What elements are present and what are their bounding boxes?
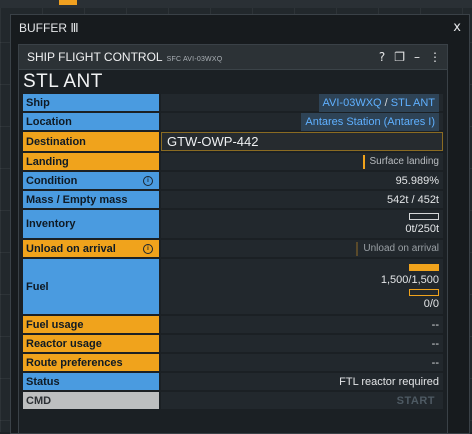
reactor-usage-value[interactable]: --	[161, 335, 443, 352]
ship-separator: /	[381, 96, 391, 109]
unload-toggle[interactable]: Unload on arrival	[161, 240, 443, 257]
row-ship: Ship AVI-03WXQ / STL ANT	[23, 93, 443, 112]
popout-icon[interactable]: ❐	[394, 45, 405, 69]
ship-chip: AVI-03WXQ / STL ANT	[318, 93, 439, 112]
row-landing: Landing Surface landing	[23, 153, 443, 170]
label-mass: Mass / Empty mass	[23, 191, 159, 208]
panel-header[interactable]: SHIP FLIGHT CONTROL SFC AVI-03WXQ ? ❐ – ⋮	[19, 45, 447, 70]
mass-value: 542t / 452t	[161, 191, 443, 208]
route-preferences-value[interactable]: --	[161, 354, 443, 371]
label-destination: Destination	[23, 132, 159, 151]
condition-value: 95.989%	[161, 172, 443, 189]
row-fuel: Fuel 1,500/1,500 0/0	[23, 259, 443, 314]
landing-toggle-label: Surface landing	[369, 156, 440, 167]
unload-info-icon[interactable]: i	[143, 243, 153, 254]
more-icon[interactable]: ⋮	[429, 45, 441, 69]
label-ship: Ship	[23, 94, 159, 111]
stl-fuel-text: 1,500/1,500	[380, 273, 439, 286]
landing-toggle-indicator	[362, 154, 365, 169]
panel-header-icons: ? ❐ – ⋮	[379, 45, 441, 69]
location-link-text[interactable]: Antares Station (Antares I)	[305, 116, 435, 128]
flight-control-form: Ship AVI-03WXQ / STL ANT Location Antare…	[23, 93, 443, 411]
row-status: Status FTL reactor required	[23, 373, 443, 390]
label-landing: Landing	[23, 153, 159, 170]
label-condition-text: Condition	[26, 174, 78, 187]
unload-toggle-indicator	[356, 241, 359, 256]
row-route-preferences: Route preferences --	[23, 354, 443, 371]
help-icon[interactable]: ?	[379, 45, 385, 69]
ship-value: AVI-03WXQ / STL ANT	[161, 93, 443, 112]
stl-fuel-bar	[409, 263, 439, 271]
ship-name-link[interactable]: STL ANT	[391, 97, 435, 109]
destination-input[interactable]: GTW-OWP-442	[161, 132, 443, 151]
fuel-value: 1,500/1,500 0/0	[161, 259, 443, 314]
location-value: Antares Station (Antares I)	[161, 112, 443, 131]
label-inventory: Inventory	[23, 210, 159, 238]
buffer-title: BUFFER Ⅲ	[19, 21, 79, 35]
fuel-gauges: 1,500/1,500 0/0	[380, 263, 439, 310]
row-reactor-usage: Reactor usage --	[23, 335, 443, 352]
label-fuel: Fuel	[23, 259, 159, 314]
label-status: Status	[23, 373, 159, 390]
buffer-close-button[interactable]: x	[453, 15, 461, 41]
row-location: Location Antares Station (Antares I)	[23, 112, 443, 131]
label-reactor-usage: Reactor usage	[23, 335, 159, 352]
label-unload-text: Unload on arrival	[26, 242, 116, 255]
inventory-gauge: 0t/250t	[405, 213, 439, 235]
status-value: FTL reactor required	[161, 373, 443, 390]
landing-toggle[interactable]: Surface landing	[161, 153, 443, 170]
condition-info-icon[interactable]: i	[143, 175, 153, 186]
label-route-preferences: Route preferences	[23, 354, 159, 371]
ftl-fuel-text: 0/0	[423, 297, 439, 310]
label-fuel-usage: Fuel usage	[23, 316, 159, 333]
top-bar	[0, 0, 472, 8]
inventory-text: 0t/250t	[405, 223, 439, 235]
panel-subtitle: SFC AVI-03WXQ	[166, 56, 223, 63]
inventory-bar	[409, 213, 439, 220]
unload-toggle-label: Unload on arrival	[363, 243, 439, 254]
row-fuel-usage: Fuel usage --	[23, 316, 443, 333]
minimize-icon[interactable]: –	[414, 45, 420, 69]
row-inventory: Inventory 0t/250t	[23, 210, 443, 238]
location-link[interactable]: Antares Station (Antares I)	[301, 112, 439, 131]
row-condition: Condition i 95.989%	[23, 172, 443, 189]
panel-title: SHIP FLIGHT CONTROL SFC AVI-03WXQ	[27, 45, 222, 72]
cmd-value: START	[161, 392, 443, 409]
row-unload: Unload on arrival i Unload on arrival	[23, 240, 443, 257]
label-unload: Unload on arrival i	[23, 240, 159, 257]
ship-flight-control-panel: SHIP FLIGHT CONTROL SFC AVI-03WXQ ? ❐ – ⋮…	[18, 44, 448, 433]
top-bar-indicator	[59, 0, 77, 5]
label-condition: Condition i	[23, 172, 159, 189]
label-cmd: CMD	[23, 392, 159, 409]
row-cmd: CMD START	[23, 392, 443, 409]
ship-code-link[interactable]: AVI-03WXQ	[323, 97, 382, 109]
row-destination: Destination GTW-OWP-442	[23, 132, 443, 151]
start-button[interactable]: START	[397, 395, 435, 407]
fuel-usage-value[interactable]: --	[161, 316, 443, 333]
panel-title-text: SHIP FLIGHT CONTROL	[27, 50, 163, 64]
inventory-value[interactable]: 0t/250t	[161, 210, 443, 238]
label-location: Location	[23, 113, 159, 130]
row-mass: Mass / Empty mass 542t / 452t	[23, 191, 443, 208]
ftl-fuel-bar	[409, 288, 439, 296]
stl-fuel-bar-fill	[410, 264, 438, 270]
ship-name-heading: STL ANT	[23, 71, 103, 92]
